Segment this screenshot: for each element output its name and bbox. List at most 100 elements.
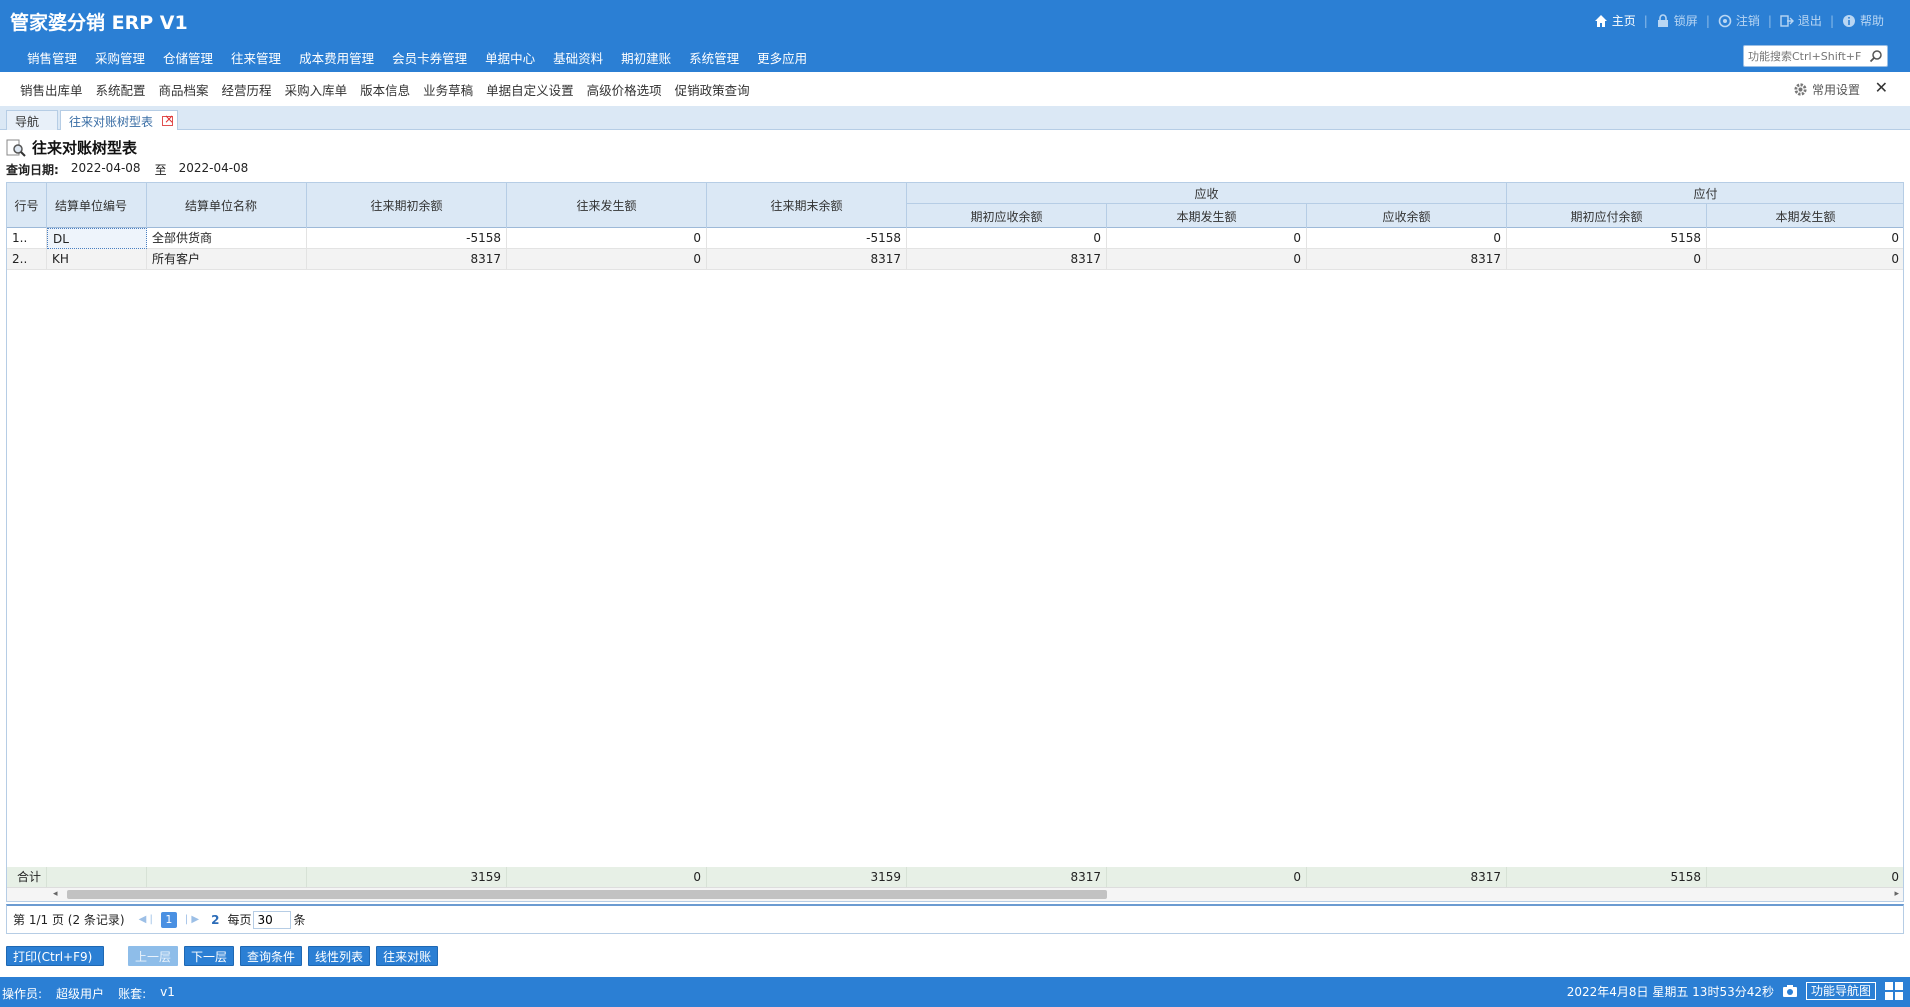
menu-member[interactable]: 会员卡券管理	[383, 48, 476, 67]
datetime: 2022年4月8日 星期五 13时53分42秒	[1566, 984, 1774, 999]
cell-closing: 8317	[707, 249, 907, 270]
col-recv-opening[interactable]: 期初应收余额	[907, 203, 1107, 228]
menu-purchase[interactable]: 采购管理	[86, 48, 154, 67]
grid-footer-totals: 合计 3159 0 3159 8317 0 8317 5158 0	[7, 867, 1903, 887]
menu-opening[interactable]: 期初建账	[612, 48, 680, 67]
menu-warehouse[interactable]: 仓储管理	[154, 48, 222, 67]
menu-documents[interactable]: 单据中心	[476, 48, 544, 67]
next-page-icon[interactable]: | ▶	[185, 914, 199, 925]
col-code[interactable]: 结算单位编号	[47, 183, 147, 228]
footer-label: 合计	[7, 867, 47, 887]
logout-link[interactable]: 注销	[1710, 12, 1768, 29]
query-conditions-button[interactable]: 查询条件	[240, 946, 303, 966]
menu-cost[interactable]: 成本费用管理	[290, 48, 383, 67]
menu-system[interactable]: 系统管理	[680, 48, 748, 67]
cell-pay-occur: 0	[1707, 249, 1903, 270]
down-level-button[interactable]: 下一层	[184, 946, 235, 966]
cell-code[interactable]: KH	[47, 249, 147, 270]
home-label: 主页	[1611, 14, 1636, 28]
tab-close-icon[interactable]	[162, 112, 174, 126]
current-page[interactable]: 1	[160, 911, 177, 928]
cell-row-no: 1..	[7, 228, 47, 249]
quick-item[interactable]: 业务草稿	[423, 80, 486, 99]
col-recv-balance[interactable]: 应收余额	[1307, 203, 1507, 228]
lock-label: 锁屏	[1673, 14, 1698, 28]
exit-link[interactable]: 退出	[1772, 12, 1830, 29]
menu-basic-data[interactable]: 基础资料	[544, 48, 612, 67]
page-link[interactable]: 2	[211, 913, 219, 927]
per-page-input[interactable]	[253, 910, 292, 929]
print-button[interactable]: 打印(Ctrl+F9)	[6, 946, 104, 966]
scroll-left-icon[interactable]: ◂	[53, 889, 58, 899]
quick-item[interactable]: 系统配置	[96, 80, 159, 99]
menu-more[interactable]: 更多应用	[748, 48, 816, 67]
scroll-right-icon[interactable]: ▸	[1894, 889, 1899, 899]
col-opening[interactable]: 往来期初余额	[307, 183, 507, 228]
footer-closing: 3159	[707, 867, 907, 887]
col-name[interactable]: 结算单位名称	[147, 183, 307, 228]
search-icon[interactable]	[1869, 49, 1883, 63]
cell-recv-balance: 8317	[1307, 249, 1507, 270]
tab-reconciliation-tree[interactable]: 往来对账树型表	[60, 110, 178, 130]
group-payable: 应付	[1507, 183, 1903, 203]
quick-item[interactable]: 商品档案	[159, 80, 222, 99]
query-date-to: 2022-04-08	[178, 161, 249, 175]
col-row-no[interactable]: 行号	[7, 183, 47, 228]
nav-map-button[interactable]: 功能导航图	[1805, 982, 1876, 1000]
search-input[interactable]	[1744, 46, 1862, 66]
scrollbar-thumb[interactable]	[67, 890, 1107, 899]
quick-item[interactable]: 高级价格选项	[587, 80, 675, 99]
col-pay-occur[interactable]: 本期发生额	[1707, 203, 1903, 228]
report-magnifier-icon	[6, 139, 26, 157]
col-recv-occur[interactable]: 本期发生额	[1107, 203, 1307, 228]
cell-name[interactable]: 全部供货商	[147, 228, 307, 249]
menu-sales[interactable]: 销售管理	[18, 48, 86, 67]
account-label: 账套:	[118, 987, 147, 1001]
function-search	[1743, 45, 1888, 67]
quick-item[interactable]: 销售出库单	[20, 80, 96, 99]
gear-icon	[1794, 83, 1807, 96]
quick-items: 销售出库单 系统配置 商品档案 经营历程 采购入库单 版本信息 业务草稿 单据自…	[20, 80, 763, 99]
quick-bar: 销售出库单 系统配置 商品档案 经营历程 采购入库单 版本信息 业务草稿 单据自…	[0, 72, 1910, 106]
footer-recv-occur: 0	[1107, 867, 1307, 887]
status-left: 操作员: 超级用户 账套: v1	[2, 985, 175, 1002]
close-icon[interactable]: ✕	[1875, 78, 1888, 97]
prev-page-icon[interactable]: ◀ |	[139, 914, 153, 925]
main-menu: 销售管理 采购管理 仓储管理 往来管理 成本费用管理 会员卡券管理 单据中心 基…	[18, 48, 816, 67]
cell-name[interactable]: 所有客户	[147, 249, 307, 270]
quick-item[interactable]: 采购入库单	[285, 80, 361, 99]
cell-recv-occur: 0	[1107, 228, 1307, 249]
col-occur[interactable]: 往来发生额	[507, 183, 707, 228]
col-closing[interactable]: 往来期末余额	[707, 183, 907, 228]
up-level-button[interactable]: 上一层	[128, 946, 179, 966]
quick-item[interactable]: 促销政策查询	[675, 80, 763, 99]
common-settings-label: 常用设置	[1811, 83, 1860, 97]
cell-recv-opening: 8317	[907, 249, 1107, 270]
col-pay-opening[interactable]: 期初应付余额	[1507, 203, 1707, 228]
footer-occur: 0	[507, 867, 707, 887]
table-row[interactable]: 2.. KH 所有客户 8317 0 8317 8317 0 8317 0 0	[7, 249, 1903, 270]
grid-icon[interactable]	[1884, 981, 1904, 1001]
tab-strip: 导航 往来对账树型表	[0, 106, 1910, 130]
horizontal-scrollbar[interactable]: ◂ ▸	[7, 887, 1903, 901]
cell-recv-opening: 0	[907, 228, 1107, 249]
common-settings-button[interactable]: 常用设置	[1793, 81, 1860, 98]
footer-recv-balance: 8317	[1307, 867, 1507, 887]
linear-list-button[interactable]: 线性列表	[308, 946, 371, 966]
menu-accounts[interactable]: 往来管理	[222, 48, 290, 67]
lock-link[interactable]: 锁屏	[1648, 12, 1706, 29]
grid-header: 行号 结算单位编号 结算单位名称 往来期初余额 往来发生额 往来期末余额 应收 …	[7, 183, 1903, 228]
operator-value: 超级用户	[56, 987, 105, 1001]
quick-item[interactable]: 版本信息	[360, 80, 423, 99]
table-row[interactable]: 1.. DL 全部供货商 -5158 0 -5158 0 0 0 5158 0	[7, 228, 1903, 249]
cell-recv-balance: 0	[1307, 228, 1507, 249]
quick-item[interactable]: 经营历程	[222, 80, 285, 99]
cell-code[interactable]: DL	[47, 228, 147, 249]
reconcile-button[interactable]: 往来对账	[376, 946, 439, 966]
camera-icon[interactable]	[1782, 984, 1798, 998]
quick-item[interactable]: 单据自定义设置	[486, 80, 587, 99]
tab-navigation[interactable]: 导航	[6, 110, 58, 130]
home-link[interactable]: 主页	[1586, 12, 1644, 29]
status-bar: 操作员: 超级用户 账套: v1 2022年4月8日 星期五 13时53分42秒…	[0, 977, 1910, 1007]
help-link[interactable]: 帮助	[1834, 12, 1892, 29]
